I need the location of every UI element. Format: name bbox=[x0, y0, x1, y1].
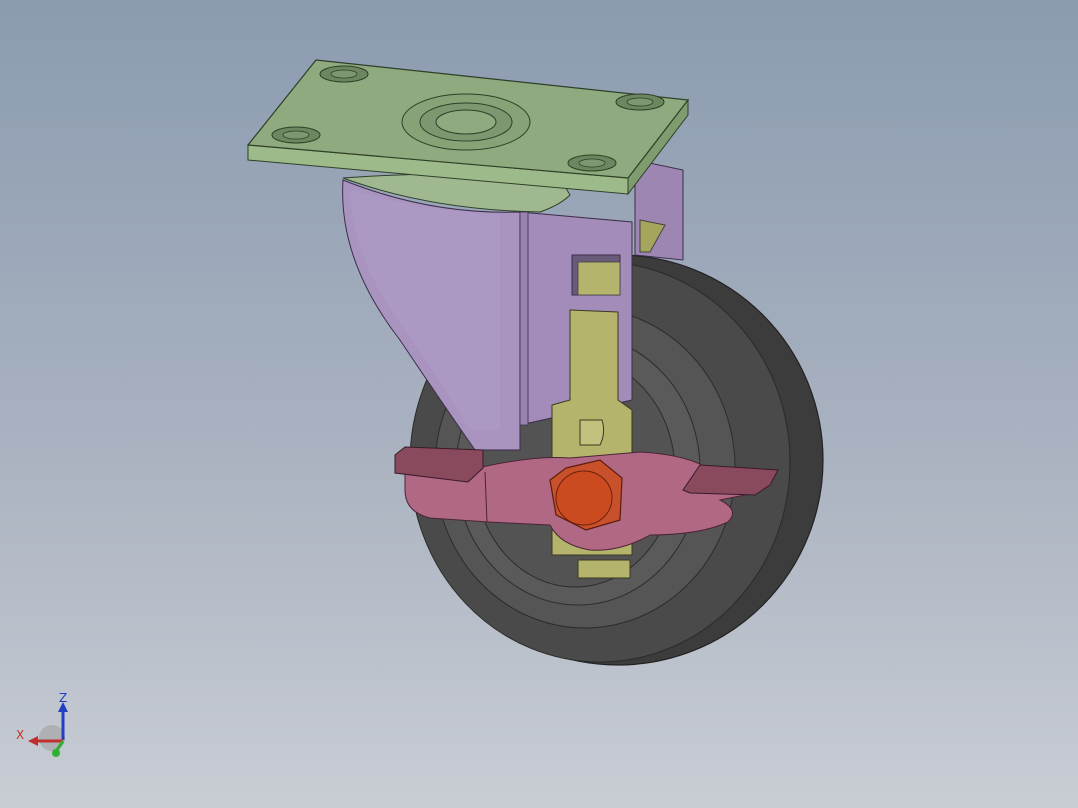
caster-wheel-model[interactable] bbox=[0, 0, 1078, 808]
x-axis-label: X bbox=[16, 728, 25, 742]
z-axis-label: Z bbox=[59, 691, 68, 705]
fork-front-edge bbox=[519, 211, 529, 426]
triad-origin-sphere bbox=[39, 725, 65, 751]
fork-slot-insert bbox=[577, 261, 621, 296]
triad-graphic bbox=[28, 702, 68, 757]
y-axis-arrow bbox=[52, 749, 60, 757]
axle-nut-face bbox=[555, 470, 613, 526]
brake-slider-foot bbox=[577, 559, 631, 579]
x-axis-arrow bbox=[28, 736, 38, 746]
brake-slider-hole bbox=[579, 419, 605, 446]
mounting-plate[interactable] bbox=[246, 59, 690, 213]
view-triad[interactable]: X Z bbox=[10, 686, 80, 766]
graphics-viewport[interactable]: X Z bbox=[0, 0, 1078, 808]
kingpin-boss-inner bbox=[435, 109, 497, 135]
